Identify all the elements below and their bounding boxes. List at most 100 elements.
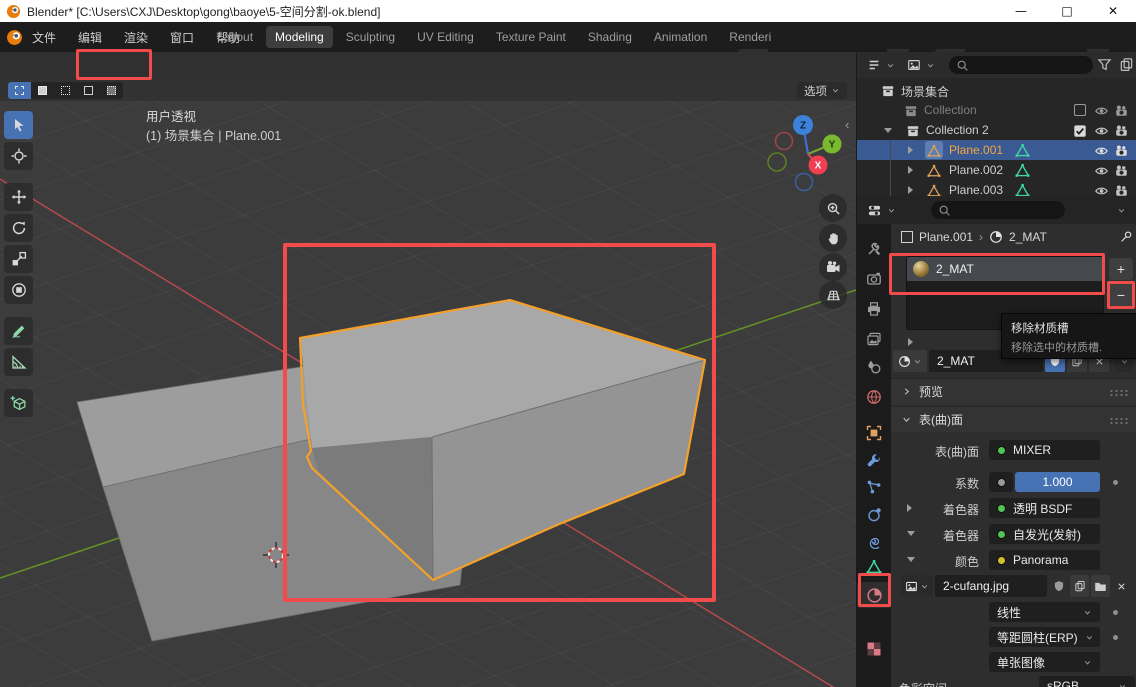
measure-tool[interactable] (4, 348, 33, 376)
colorspace-dropdown[interactable]: sRGB (1039, 676, 1135, 687)
select-new-button[interactable] (8, 82, 31, 99)
outliner-search-input[interactable] (949, 56, 1093, 74)
interpolation-dropdown[interactable]: 线性 (989, 602, 1100, 622)
camera-visibility-icon[interactable] (1114, 163, 1129, 178)
annotate-tool[interactable] (4, 317, 33, 345)
surface-shader-button[interactable]: MIXER (989, 440, 1100, 460)
menu-file[interactable]: 文件 (32, 29, 56, 46)
camera-view-button[interactable] (819, 253, 847, 281)
transform-tool[interactable] (4, 276, 33, 304)
cursor-tool[interactable] (4, 142, 33, 170)
workspace-tab-modeling[interactable]: Modeling (266, 26, 333, 48)
tab-object[interactable] (857, 420, 891, 446)
eye-icon[interactable] (1094, 103, 1109, 118)
add-material-slot-button[interactable]: + (1109, 258, 1133, 280)
outliner-filter-button[interactable] (1097, 57, 1112, 72)
browse-image-button[interactable] (901, 575, 933, 597)
select-subtract-button[interactable] (54, 82, 77, 99)
add-cube-tool[interactable] (4, 389, 33, 417)
options-dropdown[interactable]: 选项 (797, 82, 847, 99)
properties-search-input[interactable] (931, 201, 1065, 219)
breadcrumb-material[interactable]: 2_MAT (1009, 230, 1047, 244)
workspace-tab-shading[interactable]: Shading (579, 26, 641, 48)
outliner-row-scene-collection[interactable]: 场景集合 (857, 80, 1136, 100)
scale-tool[interactable] (4, 245, 33, 273)
minimize-button[interactable]: — (998, 0, 1044, 22)
tab-scene[interactable] (857, 354, 891, 380)
slot-specials-arrow-icon[interactable] (908, 338, 913, 346)
tab-view-layer[interactable] (857, 326, 891, 352)
workspace-tab-rendering[interactable]: Renderi (720, 26, 780, 48)
pan-view-button[interactable] (819, 224, 847, 252)
eye-icon[interactable] (1094, 143, 1109, 158)
rotate-tool[interactable] (4, 214, 33, 242)
outliner-display-mode-dropdown[interactable] (901, 55, 941, 75)
chevron-down-icon[interactable] (1117, 206, 1126, 215)
exclude-checkbox-unchecked[interactable] (1074, 104, 1086, 116)
gizmo-neg-x-ball[interactable] (776, 133, 793, 150)
drag-grip-icon[interactable] (1109, 389, 1129, 396)
expand-arrow-icon[interactable] (908, 166, 913, 174)
panel-preview-header[interactable]: 预览 (891, 378, 1136, 404)
tab-texture[interactable] (857, 636, 891, 662)
properties-editor-type-button[interactable] (861, 200, 902, 220)
image-fake-user-button[interactable] (1049, 575, 1068, 597)
tab-output[interactable] (857, 296, 891, 322)
animate-dot-icon[interactable] (1113, 480, 1118, 485)
pin-icon[interactable] (1119, 230, 1133, 244)
viewport-3d[interactable]: Z Y X 用户透视 (1) 场景集合 | Plane.001 (0, 101, 856, 687)
camera-visibility-icon[interactable] (1114, 103, 1129, 118)
tab-tool[interactable] (857, 236, 891, 262)
workspace-tab-sculpting[interactable]: Sculpting (337, 26, 404, 48)
animate-dot-icon[interactable] (1113, 610, 1118, 615)
tab-modifiers[interactable] (857, 448, 891, 474)
projection-dropdown[interactable]: 等距圆柱(ERP) (989, 627, 1100, 647)
shader1-button[interactable]: 透明 BSDF (989, 498, 1100, 518)
open-image-button[interactable] (1091, 575, 1110, 597)
workspace-tab-uv-editing[interactable]: UV Editing (408, 26, 483, 48)
outliner-row-plane-001[interactable]: Plane.001 (857, 140, 1136, 160)
outliner-row-collection[interactable]: Collection (857, 100, 1136, 120)
expand-arrow-icon[interactable] (884, 128, 892, 133)
outliner-row-collection-2[interactable]: Collection 2 (857, 120, 1136, 140)
menu-edit[interactable]: 编辑 (78, 29, 102, 46)
select-extend-button[interactable] (31, 82, 54, 99)
new-image-button[interactable] (1070, 575, 1089, 597)
eye-icon[interactable] (1094, 123, 1109, 138)
eye-icon[interactable] (1094, 163, 1109, 178)
factor-slider[interactable]: 1.000 (1015, 472, 1100, 492)
tab-physics[interactable] (857, 502, 891, 528)
outliner-editor-type-button[interactable] (861, 55, 901, 75)
outliner-row-plane-002[interactable]: Plane.002 (857, 160, 1136, 180)
unlink-image-button[interactable] (1112, 575, 1131, 597)
move-tool[interactable] (4, 183, 33, 211)
breadcrumb-object[interactable]: Plane.001 (919, 230, 973, 244)
exclude-checkbox-checked[interactable] (1073, 123, 1087, 138)
workspace-tab-animation[interactable]: Animation (645, 26, 716, 48)
expand-arrow-icon[interactable] (908, 186, 913, 194)
browse-material-button[interactable] (893, 350, 927, 372)
new-collection-button[interactable] (1119, 57, 1134, 72)
tab-render[interactable] (857, 266, 891, 292)
blender-app-icon[interactable] (6, 29, 23, 46)
orthographic-toggle-button[interactable] (819, 281, 847, 309)
gizmo-neg-y-ball[interactable] (768, 153, 786, 171)
tab-particles[interactable] (857, 474, 891, 500)
factor-socket-button[interactable] (989, 472, 1013, 492)
select-box-tool[interactable] (4, 111, 33, 139)
maximize-button[interactable]: □ (1044, 0, 1090, 22)
tab-world[interactable] (857, 384, 891, 410)
image-name-field[interactable]: 2-cufang.jpg (935, 575, 1047, 597)
drag-grip-icon[interactable] (1109, 417, 1129, 424)
source-dropdown[interactable]: 单张图像 (989, 652, 1100, 672)
menu-render[interactable]: 渲染 (124, 29, 148, 46)
color-source-button[interactable]: Panorama (989, 550, 1100, 570)
menu-window[interactable]: 窗口 (170, 29, 194, 46)
camera-visibility-icon[interactable] (1114, 123, 1129, 138)
panel-surface-header[interactable]: 表(曲)面 (891, 406, 1136, 432)
camera-visibility-icon[interactable] (1114, 143, 1129, 158)
expand-arrow-icon[interactable] (908, 146, 913, 154)
sidebar-collapse-arrow[interactable]: ‹ (845, 117, 849, 132)
select-invert-button[interactable] (77, 82, 100, 99)
shader2-button[interactable]: 自发光(发射) (989, 524, 1100, 544)
